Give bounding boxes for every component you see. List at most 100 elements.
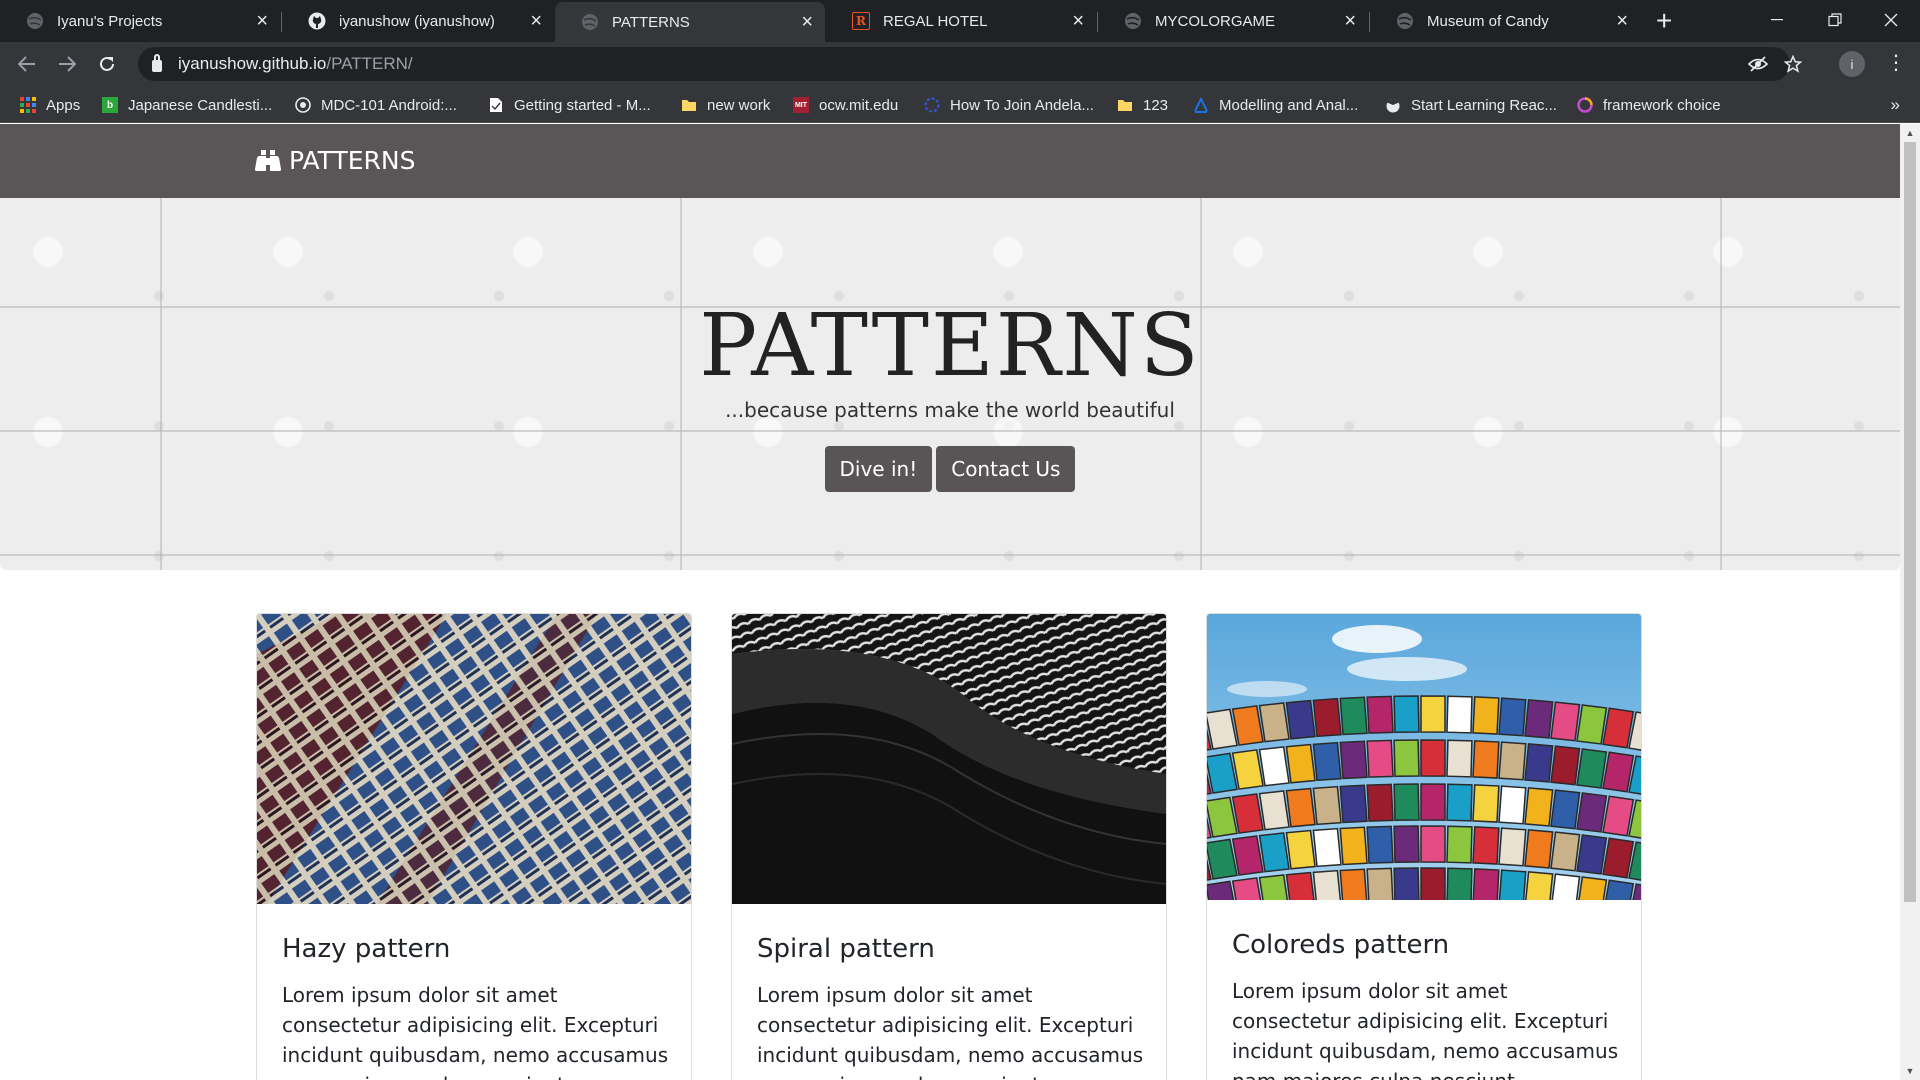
eye-slash-icon[interactable] <box>1747 55 1769 76</box>
bookmark-label: Apps <box>46 96 81 114</box>
glass-tile <box>1312 869 1342 900</box>
tab-title: Museum of Candy <box>1427 12 1549 30</box>
minimize-icon[interactable] <box>1748 0 1806 40</box>
restore-icon[interactable] <box>1806 0 1864 40</box>
close-tab-icon[interactable]: × <box>1616 11 1628 31</box>
glass-tile <box>1446 695 1473 734</box>
bookmark-ocw-mit[interactable]: MIT ocw.mit.edu <box>793 95 898 115</box>
scroll-down-arrow-icon[interactable]: ▼ <box>1900 1066 1920 1076</box>
profile-avatar[interactable]: i <box>1839 51 1865 77</box>
bookmark-andela[interactable]: How To Join Andela... <box>924 95 1094 115</box>
menu-kebab-icon[interactable]: ⋮ <box>1886 52 1906 74</box>
regal-r-icon: R <box>852 12 870 30</box>
bookmark-mdc-101[interactable]: MDC-101 Android:... <box>295 95 457 115</box>
glass-tile <box>1550 831 1581 872</box>
reload-icon[interactable] <box>93 50 121 78</box>
site-navbar: PATTERNS <box>0 124 1900 198</box>
glass-tile <box>1393 739 1420 778</box>
glass-tile <box>1339 696 1368 736</box>
folder-icon <box>1117 97 1133 113</box>
bookmark-japanese-candlesticks[interactable]: b Japanese Candlesti... <box>102 95 272 115</box>
close-tab-icon[interactable]: × <box>1344 11 1356 31</box>
bookmark-123[interactable]: 123 <box>1117 95 1168 115</box>
star-icon[interactable] <box>1783 54 1803 76</box>
glass-tile <box>1312 697 1342 738</box>
glass-tile <box>1231 793 1264 834</box>
glass-tile <box>1420 695 1446 733</box>
glass-tile <box>1524 699 1554 739</box>
circle-gradient-icon <box>1577 97 1593 113</box>
bookmark-getting-started[interactable]: Getting started - M... <box>488 95 651 115</box>
glass-tile <box>1285 871 1315 900</box>
new-tab-plus-icon[interactable]: + <box>1656 6 1672 36</box>
bookmark-label: How To Join Andela... <box>950 96 1094 114</box>
tab-regal-hotel[interactable]: R REGAL HOTEL × <box>826 0 1096 42</box>
glass-tile <box>1285 787 1316 828</box>
tab-iyanus-projects[interactable]: Iyanu's Projects × <box>0 0 280 42</box>
tab-iyanushow-github[interactable]: iyanushow (iyanushow) × <box>282 0 554 42</box>
page-scrollbar[interactable]: ▲ ▼ <box>1900 124 1920 1080</box>
forward-arrow-icon[interactable] <box>53 50 81 78</box>
dive-in-button[interactable]: Dive in! <box>824 446 933 492</box>
card-hazy-pattern: Hazy pattern Lorem ipsum dolor sit amet … <box>256 613 692 1080</box>
glass-tile <box>1393 695 1420 734</box>
brand-link[interactable]: PATTERNS <box>255 146 415 175</box>
glass-tile <box>1498 697 1527 737</box>
glass-tile <box>1366 695 1394 734</box>
globe-cap-icon <box>1385 97 1401 113</box>
tab-title: PATTERNS <box>612 13 690 31</box>
glass-tile <box>1393 783 1420 822</box>
glass-tile <box>1366 739 1394 778</box>
bookmark-apps[interactable]: Apps <box>20 95 80 115</box>
close-tab-icon[interactable]: × <box>801 12 813 32</box>
globe-icon <box>1124 12 1142 30</box>
close-tab-icon[interactable]: × <box>256 11 268 31</box>
bookmark-new-work[interactable]: new work <box>681 95 770 115</box>
bookmark-framework-choice[interactable]: framework choice <box>1577 95 1721 115</box>
glass-tile <box>1258 832 1290 873</box>
close-window-icon[interactable] <box>1862 0 1920 40</box>
glass-tile <box>1524 743 1554 783</box>
glass-tile <box>1420 867 1446 900</box>
card-text: Lorem ipsum dolor sit amet consectetur a… <box>757 983 1144 1080</box>
glass-tile <box>1231 835 1264 876</box>
glass-tile <box>1472 826 1500 865</box>
close-tab-icon[interactable]: × <box>1072 11 1084 31</box>
glass-tile <box>1498 869 1527 900</box>
bookmark-label: new work <box>707 96 771 114</box>
bookmark-label: Japanese Candlesti... <box>128 96 273 114</box>
glass-tile <box>1231 749 1264 790</box>
scroll-up-arrow-icon[interactable]: ▲ <box>1900 128 1920 138</box>
glass-tile <box>1472 740 1500 779</box>
bookmark-label: MDC-101 Android:... <box>321 96 457 114</box>
address-bar[interactable]: iyanushow.github.io/PATTERN/ <box>138 47 1803 81</box>
back-arrow-icon[interactable] <box>13 50 41 78</box>
brand-text: PATTERNS <box>289 146 416 175</box>
close-tab-icon[interactable]: × <box>530 11 542 31</box>
glass-tile <box>1550 789 1581 830</box>
contact-us-button[interactable]: Contact Us <box>936 446 1076 492</box>
url-path: /PATTERN/ <box>326 54 413 73</box>
glass-tile <box>1551 873 1581 900</box>
github-icon <box>308 12 326 30</box>
glass-tile <box>1312 741 1342 782</box>
glass-tile <box>1258 702 1290 743</box>
page-viewport: PATTERNS PATTERNS ...because patterns ma… <box>0 124 1920 1080</box>
bookmark-label: framework choice <box>1603 96 1721 114</box>
bookmark-modelling[interactable]: Modelling and Anal... <box>1193 95 1358 115</box>
tab-strip: Iyanu's Projects × iyanushow (iyanushow)… <box>0 0 1920 42</box>
tab-mycolorgame[interactable]: MYCOLORGAME × <box>1098 0 1368 42</box>
glass-tile <box>1525 871 1554 900</box>
glass-tile <box>1578 876 1608 900</box>
chevron-double-right-icon[interactable]: » <box>1891 95 1900 115</box>
tab-patterns[interactable]: PATTERNS × <box>555 2 825 42</box>
glass-tile <box>1472 696 1500 735</box>
bookmark-label: 123 <box>1143 96 1169 114</box>
glass-tile <box>1498 741 1527 781</box>
glass-tile <box>1602 751 1635 793</box>
bookmark-start-learning-react[interactable]: Start Learning Reac... <box>1385 95 1557 115</box>
scrollbar-thumb[interactable] <box>1904 142 1916 902</box>
binoculars-icon <box>255 149 281 171</box>
glass-tile <box>1393 867 1420 900</box>
tab-museum-of-candy[interactable]: Museum of Candy × <box>1370 0 1640 42</box>
